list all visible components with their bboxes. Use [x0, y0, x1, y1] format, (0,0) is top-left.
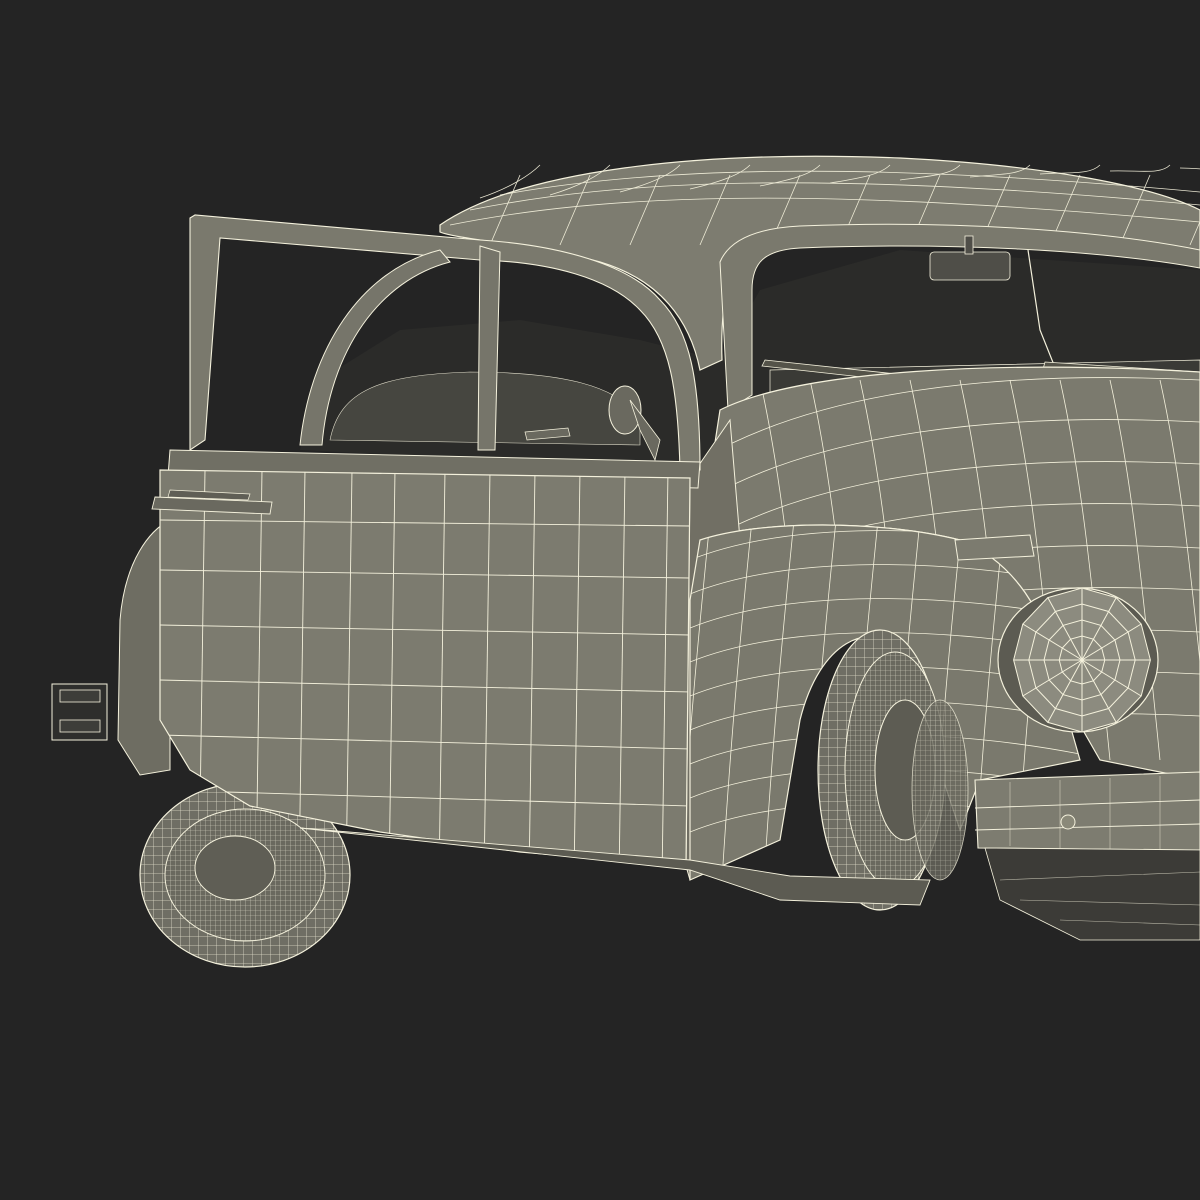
car-wireframe-model	[0, 0, 1200, 1200]
render-viewport	[0, 0, 1200, 1200]
rear-bumper	[51, 683, 108, 741]
